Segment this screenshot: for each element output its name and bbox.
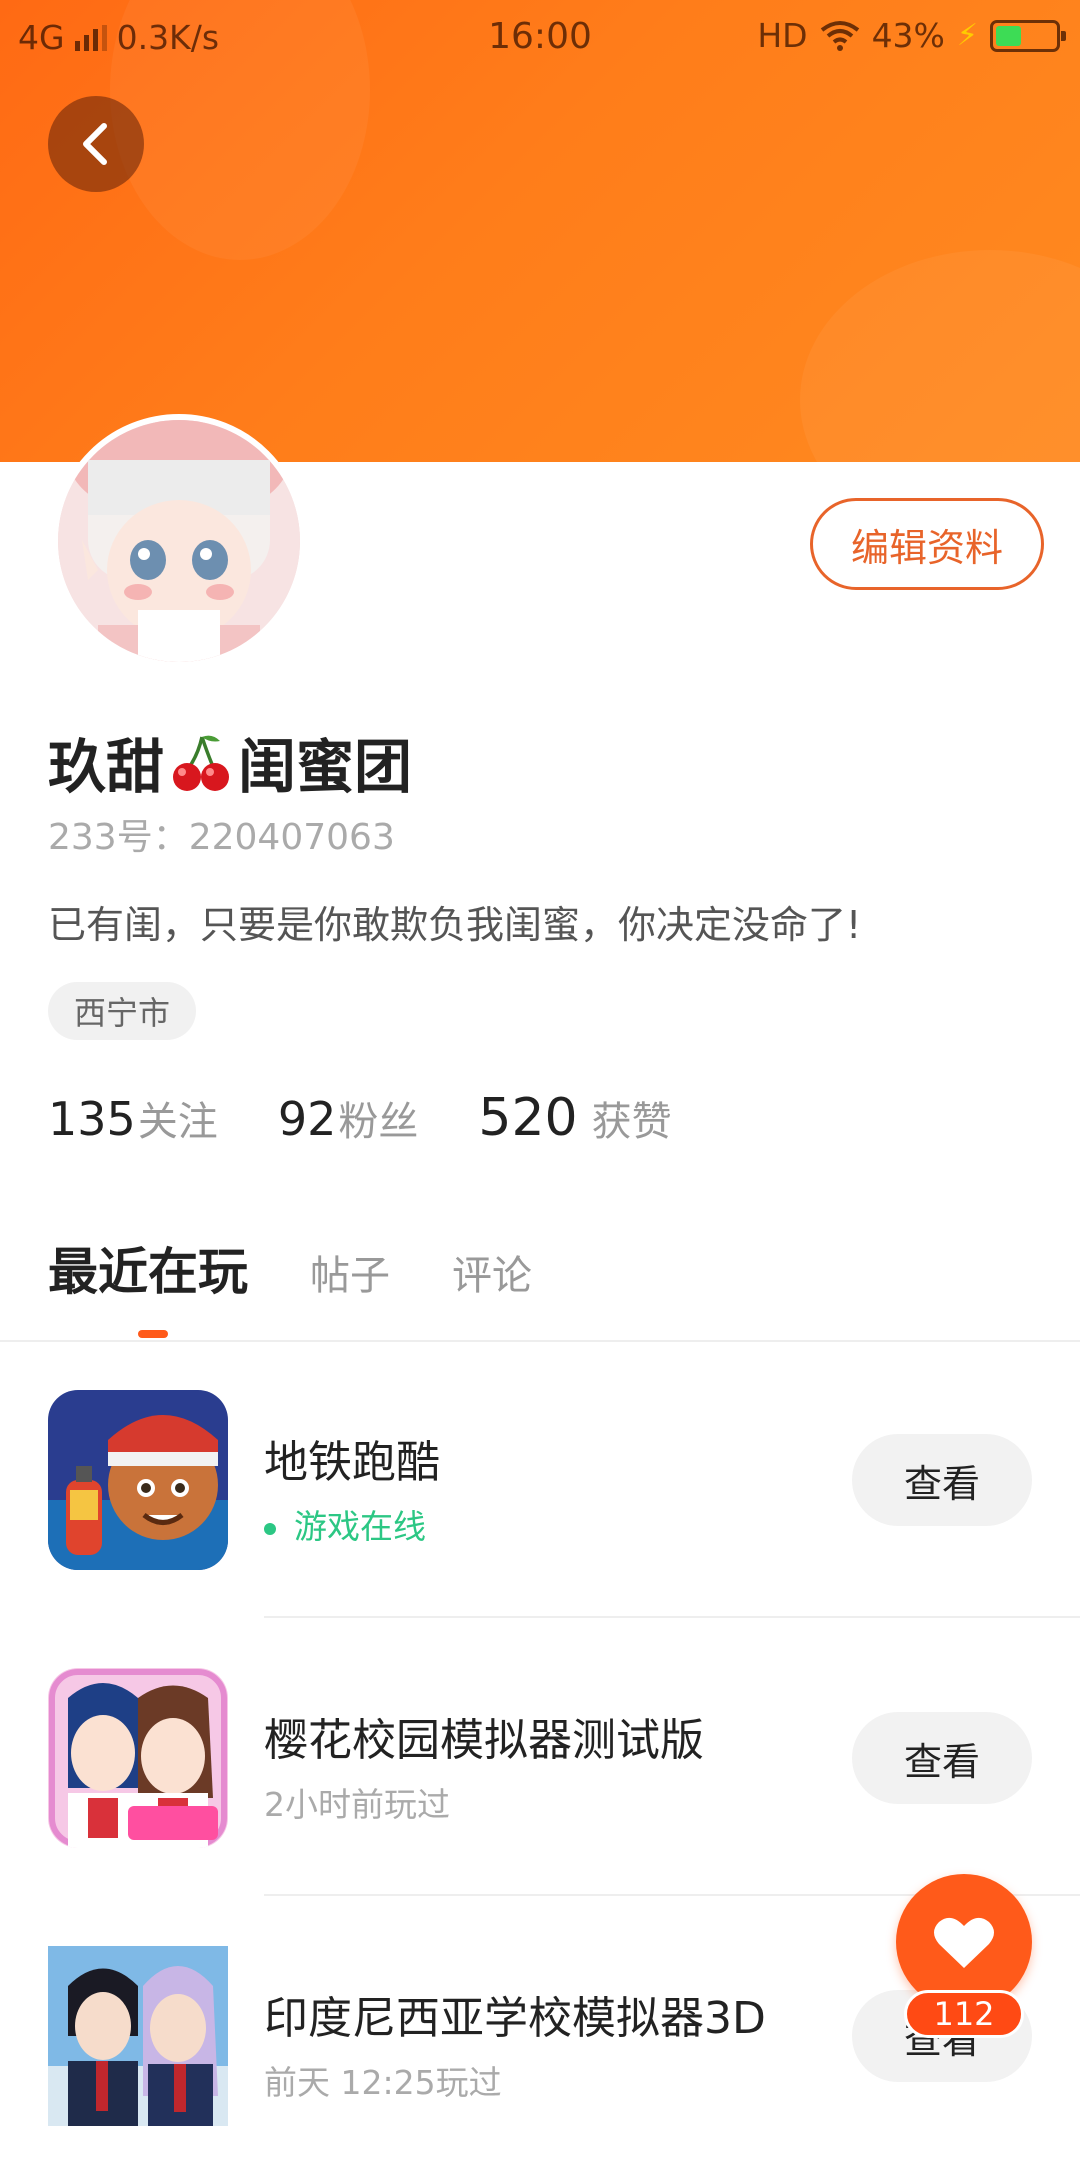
game-status: 游戏在线 — [264, 1500, 426, 1548]
profile-name-part1: 玖甜 — [48, 733, 165, 801]
wifi-icon — [820, 20, 859, 51]
likes-stat[interactable]: 520 获赞 — [478, 1088, 671, 1148]
game-title: 印度尼西亚学校模拟器3D — [264, 1993, 766, 2044]
game-title: 地铁跑酷 — [264, 1437, 440, 1488]
like-count-badge: 112 — [904, 1990, 1024, 2038]
tabs-divider — [0, 1340, 1080, 1342]
avatar[interactable] — [52, 414, 306, 668]
avatar-image — [58, 420, 300, 662]
view-button[interactable]: 查看 — [852, 1434, 1032, 1526]
bio: 已有闺，只要是你敢欺负我闺蜜，你决定没命了! — [48, 903, 862, 947]
charging-icon: ⚡ — [956, 18, 978, 53]
banner-decoration — [800, 250, 1080, 462]
game-icon-indonesia-school — [48, 1946, 228, 2126]
likes-count: 520 — [478, 1088, 578, 1148]
game-row-subway-surfers[interactable]: 地铁跑酷 游戏在线 查看 — [0, 1390, 1080, 1668]
likes-label: 获赞 — [591, 1099, 672, 1145]
tab-comments[interactable]: 评论 — [452, 1243, 532, 1301]
edit-profile-button[interactable]: 编辑资料 — [810, 498, 1044, 590]
battery-icon — [990, 19, 1066, 52]
row-divider — [264, 1616, 1080, 1618]
status-right: HD 43% ⚡ — [757, 16, 1066, 55]
profile-name-part2: 闺蜜团 — [238, 733, 413, 801]
online-indicator — [264, 1522, 276, 1535]
heart-icon — [934, 1917, 994, 1968]
fans-count: 92 — [277, 1092, 337, 1146]
location-tag: 西宁市 — [48, 982, 197, 1040]
cherry-icon — [173, 735, 230, 791]
profile-name: 玖甜 闺蜜团 — [48, 720, 412, 804]
back-button[interactable] — [48, 96, 144, 192]
game-icon-sakura-school — [48, 1668, 228, 1848]
fans-label: 粉丝 — [338, 1099, 419, 1145]
game-status-text: 游戏在线 — [294, 1507, 426, 1546]
hd-indicator: HD — [757, 16, 808, 55]
profile-tabs: 最近在玩 帖子 评论 — [48, 1232, 594, 1304]
game-icon-subway-surfers — [48, 1390, 228, 1570]
last-played: 前天 12:25玩过 — [264, 2063, 502, 2102]
game-title: 樱花校园模拟器测试版 — [264, 1715, 704, 1766]
following-count: 135 — [48, 1092, 136, 1146]
tab-recent-play[interactable]: 最近在玩 — [48, 1232, 248, 1304]
tab-posts[interactable]: 帖子 — [310, 1243, 390, 1301]
status-bar: 4G 0.3K/s 16:00 HD 43% ⚡ — [0, 0, 1080, 76]
following-stat[interactable]: 135 关注 — [48, 1089, 218, 1147]
following-label: 关注 — [137, 1099, 218, 1145]
last-played: 2小时前玩过 — [264, 1785, 450, 1824]
battery-percent: 43% — [871, 16, 945, 55]
stats-row: 135 关注 92 粉丝 520 获赞 — [48, 1088, 732, 1148]
fans-stat[interactable]: 92 粉丝 — [278, 1089, 419, 1147]
view-button[interactable]: 查看 — [852, 1712, 1032, 1804]
tab-indicator — [138, 1330, 168, 1338]
chevron-left-icon — [83, 123, 107, 165]
user-id: 233号：220407063 — [48, 817, 395, 858]
